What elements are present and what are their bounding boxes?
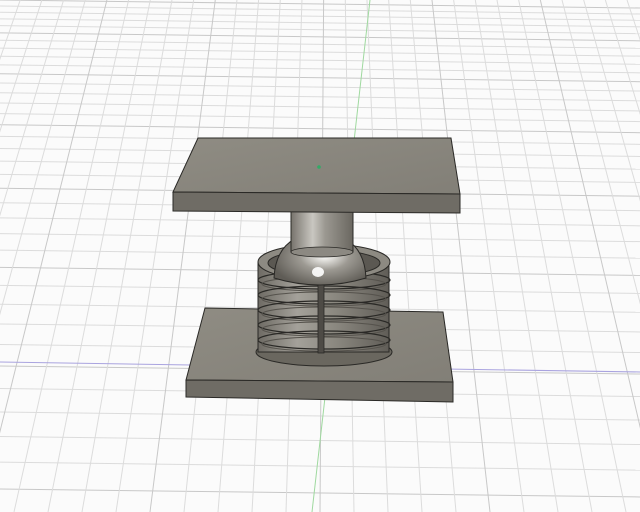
grid-line-vertical <box>47 0 151 512</box>
grid-line-vertical <box>81 0 173 512</box>
grid-line-horizontal <box>0 18 640 28</box>
grid-line-vertical <box>496 0 593 512</box>
grid-line-horizontal <box>0 47 640 57</box>
grid-line-vertical <box>561 0 640 305</box>
grid-line-horizontal <box>0 124 640 134</box>
grid-line-vertical <box>518 0 627 512</box>
grid-line-horizontal <box>0 411 640 421</box>
grid-line-vertical <box>539 0 640 429</box>
grid-line-horizontal <box>0 25 640 35</box>
grid-line-horizontal <box>0 92 640 102</box>
grid-line-horizontal <box>0 82 640 92</box>
3d-viewport[interactable] <box>0 0 640 512</box>
grid-line-horizontal <box>0 32 640 42</box>
grid-line-vertical <box>583 0 640 202</box>
grid-line-horizontal <box>0 64 640 74</box>
grid-line-horizontal <box>0 55 640 65</box>
grid-line-vertical <box>0 0 43 133</box>
grid-line-vertical <box>149 0 216 512</box>
grid-line-vertical <box>604 0 640 115</box>
origin-marker-icon <box>317 165 321 169</box>
shaft[interactable] <box>290 206 354 258</box>
grid-line-vertical <box>0 0 86 316</box>
viewport-scene[interactable] <box>0 0 640 512</box>
grid-line-horizontal <box>0 73 640 83</box>
top-plate-icon[interactable] <box>172 137 461 214</box>
grid-line-horizontal <box>0 102 640 112</box>
grid-line-vertical <box>0 0 65 217</box>
grid-line-vertical <box>115 0 195 512</box>
grid-line-vertical <box>13 0 130 512</box>
